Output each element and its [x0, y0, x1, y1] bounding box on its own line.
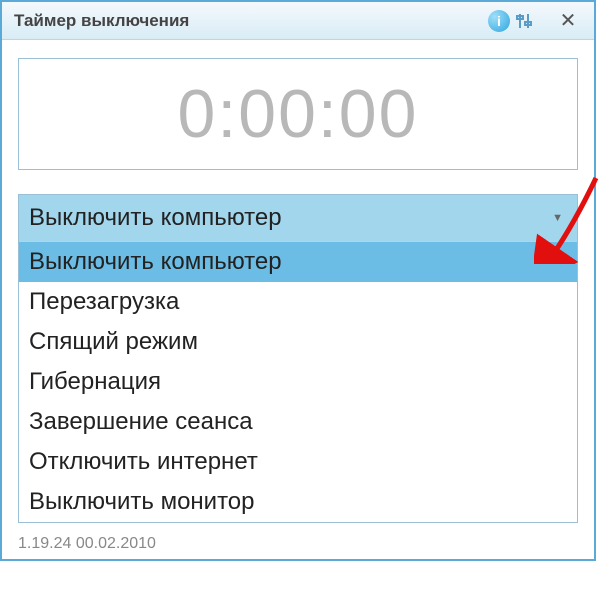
info-icon[interactable]: i	[488, 10, 510, 32]
select-option[interactable]: Гибернация	[19, 362, 577, 402]
select-current[interactable]: Выключить компьютер ▼	[19, 195, 577, 241]
select-dropdown: Выключить компьютер Перезагрузка Спящий …	[19, 241, 577, 522]
status-footer: 1.19.24 00.02.2010	[2, 531, 594, 559]
titlebar: Таймер выключения i ✕	[2, 2, 594, 40]
select-option[interactable]: Выключить компьютер	[19, 242, 577, 282]
timer-display: 0:00:00	[178, 75, 419, 153]
select-option[interactable]: Спящий режим	[19, 322, 577, 362]
select-option[interactable]: Перезагрузка	[19, 282, 577, 322]
select-option[interactable]: Завершение сеанса	[19, 402, 577, 442]
close-button[interactable]: ✕	[548, 7, 588, 35]
select-option[interactable]: Отключить интернет	[19, 442, 577, 482]
select-option[interactable]: Выключить монитор	[19, 482, 577, 522]
chevron-down-icon: ▼	[552, 212, 563, 224]
tools-icon[interactable]	[514, 10, 536, 32]
footer-text: 1.19.24 00.02.2010	[18, 535, 156, 552]
app-window: Таймер выключения i ✕ 0:00:00 Выключить …	[0, 0, 596, 561]
action-select: Выключить компьютер ▼ Выключить компьюте…	[18, 194, 578, 523]
window-title: Таймер выключения	[14, 11, 488, 31]
timer-display-box: 0:00:00	[18, 58, 578, 170]
window-content: 0:00:00 Выключить компьютер ▼ Выключить …	[2, 40, 594, 531]
select-current-label: Выключить компьютер	[29, 204, 282, 232]
